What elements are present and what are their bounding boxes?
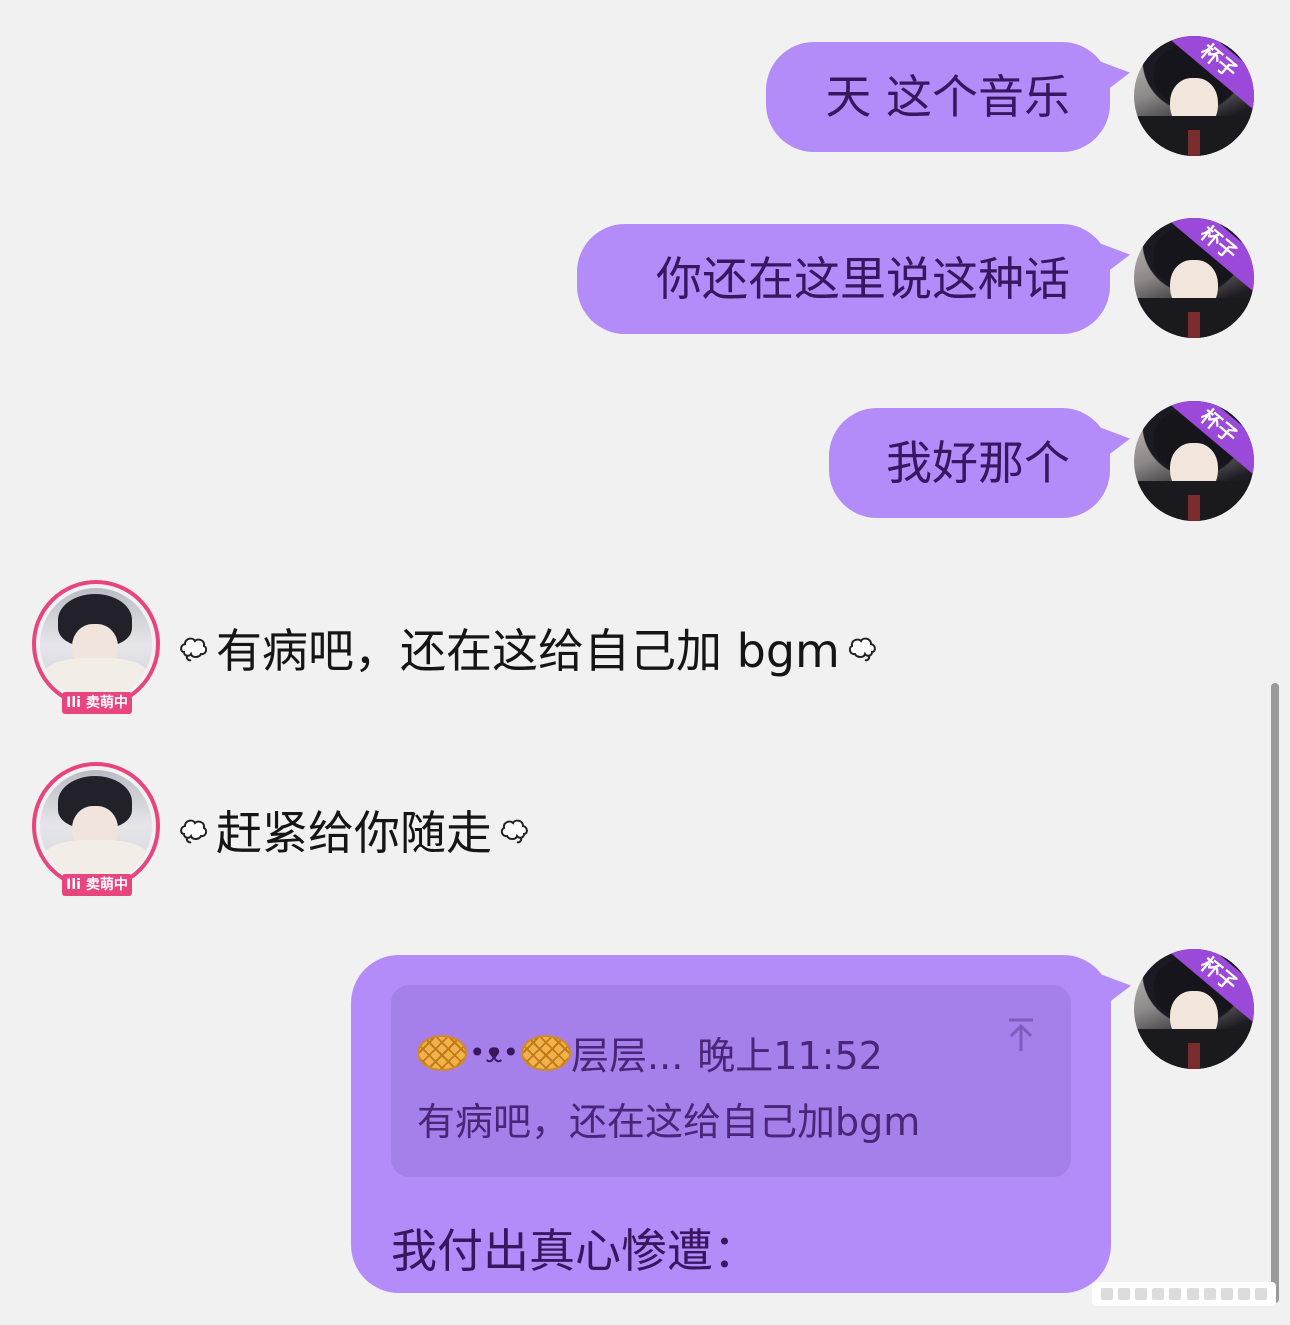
message-text: 有病吧，还在这给自己加 bgm: [216, 624, 840, 678]
status-tag: Ili 卖萌中: [62, 874, 132, 896]
vertical-scrollbar[interactable]: [1271, 683, 1279, 1303]
quoted-message[interactable]: •ᴥ• 层层... 晚上11:52 有病吧，还在这给自己加bgm: [391, 985, 1071, 1177]
other-message[interactable]: 有病吧，还在这给自己加 bgm: [172, 620, 884, 678]
puff-cloud-left-icon: [178, 632, 210, 664]
message-text: 赶紧给你随走: [216, 806, 492, 860]
self-message-bubble[interactable]: 天 这个音乐: [766, 42, 1110, 152]
self-message-bubble[interactable]: 我好那个: [829, 408, 1110, 518]
message-text: 天 这个音乐: [825, 70, 1070, 124]
puff-cloud-right-icon: [846, 632, 878, 664]
quote-sender: 层层...: [571, 1034, 684, 1078]
other-avatar[interactable]: Ili 卖萌中: [32, 580, 160, 714]
other-avatar[interactable]: Ili 卖萌中: [32, 762, 160, 896]
quote-kaomoji: •ᴥ•: [469, 1036, 520, 1069]
message-text: 我好那个: [886, 436, 1070, 490]
quote-text: 有病吧，还在这给自己加bgm: [417, 1100, 921, 1144]
collapse-up-icon[interactable]: [1005, 1017, 1037, 1053]
quote-header: •ᴥ• 层层... 晚上11:52: [417, 1025, 883, 1080]
waffle-icon: [417, 1034, 467, 1071]
chat-view: 天 这个音乐 杯子 你还在这里说这种话 杯子 我好那个 杯子 Ili 卖萌中 有…: [0, 0, 1290, 1325]
self-message-bubble[interactable]: 你还在这里说这种话: [577, 224, 1110, 334]
puff-cloud-right-icon: [498, 814, 530, 846]
status-tag: Ili 卖萌中: [62, 692, 132, 714]
other-message[interactable]: 赶紧给你随走: [172, 802, 536, 860]
quote-time: 晚上11:52: [697, 1034, 883, 1078]
self-reply-bubble[interactable]: •ᴥ• 层层... 晚上11:52 有病吧，还在这给自己加bgm 我付出真心惨遭…: [351, 955, 1111, 1293]
message-text: 你还在这里说这种话: [656, 252, 1070, 306]
message-text: 我付出真心惨遭：: [391, 1224, 759, 1278]
self-avatar[interactable]: 杯子: [1134, 401, 1254, 521]
waffle-icon: [521, 1034, 572, 1071]
self-avatar[interactable]: 杯子: [1134, 36, 1254, 156]
puff-cloud-left-icon: [178, 814, 210, 846]
watermark: [1092, 1282, 1276, 1306]
self-avatar[interactable]: 杯子: [1134, 218, 1254, 338]
self-avatar[interactable]: 杯子: [1134, 949, 1254, 1069]
